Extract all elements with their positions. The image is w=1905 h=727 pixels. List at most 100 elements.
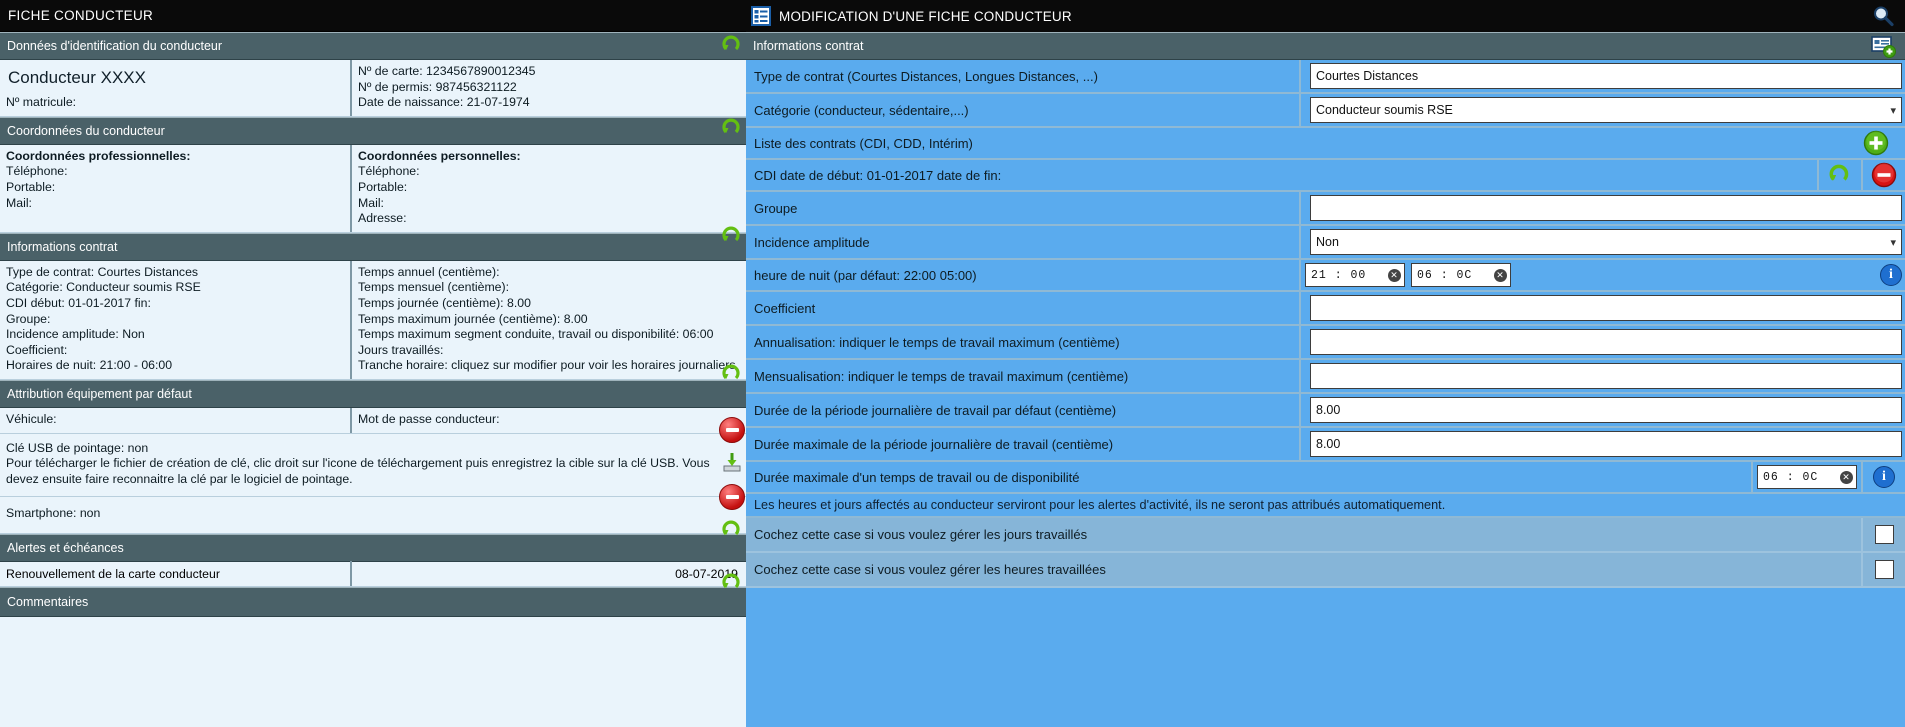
- contrat-time-line: Temps maximum journée (centième): 8.00: [358, 311, 588, 326]
- smartphone-block: Smartphone: non: [0, 497, 746, 534]
- night-start-time-value: 21 : 00: [1311, 268, 1367, 282]
- duree-journaliere-max-input[interactable]: 8.00: [1310, 431, 1902, 457]
- duree-max-travail-dispo-time-input[interactable]: 06 : 0C ✕: [1757, 465, 1857, 489]
- contrat-time-line: Temps mensuel (centième):: [358, 280, 510, 295]
- label-mensualisation: Mensualisation: indiquer le temps de tra…: [746, 360, 1301, 392]
- clear-x-icon[interactable]: ✕: [1388, 268, 1401, 282]
- form-row-liste-contrats: Liste des contrats (CDI, CDD, Intérim): [746, 128, 1905, 160]
- usb-key-instructions: Pour télécharger le fichier de création …: [6, 456, 710, 486]
- remove-cdi-button[interactable]: [1861, 160, 1905, 190]
- contrat-line: CDI début: 01-01-2017 fin:: [6, 295, 151, 310]
- contrat-line: Groupe:: [6, 311, 51, 326]
- driver-name: Conducteur XXXX: [8, 68, 146, 87]
- section-header-identification: Données d'identification du conducteur: [0, 32, 746, 60]
- refresh-icon: [722, 118, 740, 134]
- remove-minus-icon: [719, 417, 745, 443]
- type-contrat-input[interactable]: Courtes Distances: [1310, 63, 1902, 89]
- refresh-contrat-button[interactable]: [719, 223, 745, 249]
- identification-row: Conducteur XXXX Nº matricule: Nº de cart…: [0, 60, 746, 117]
- section-header-contrat-label: Informations contrat: [7, 239, 118, 254]
- night-start-time-input[interactable]: 21 : 00 ✕: [1305, 263, 1405, 287]
- form-row-coefficient: Coefficient: [746, 292, 1905, 326]
- label-duree-max-travail-dispo: Durée maximale d'un temps de travail ou …: [754, 469, 1080, 485]
- search-button[interactable]: [1861, 0, 1905, 32]
- categorie-select[interactable]: Conducteur soumis RSE ▾: [1310, 97, 1902, 123]
- card-renewal-label: Renouvellement de la carte conducteur: [0, 561, 352, 587]
- categorie-select-value: Conducteur soumis RSE: [1316, 103, 1453, 117]
- contrat-time-line: Tranche horaire: cliquez sur modifier po…: [358, 358, 736, 373]
- contrat-line: Horaires de nuit: 21:00 - 06:00: [6, 358, 173, 373]
- refresh-icon: [722, 226, 740, 242]
- jours-travailles-checkbox-wrap[interactable]: [1861, 518, 1905, 551]
- pro-phone: Téléphone:: [6, 164, 68, 179]
- refresh-commentaires-button[interactable]: [719, 570, 745, 596]
- remove-usb-key-button[interactable]: [719, 417, 745, 443]
- label-groupe: Groupe: [746, 192, 1301, 224]
- duree-max-info-button[interactable]: i: [1861, 462, 1905, 492]
- label-annualisation: Annualisation: indiquer le temps de trav…: [746, 326, 1301, 358]
- section-header-coordonnees-label: Coordonnées du conducteur: [7, 123, 165, 138]
- groupe-input[interactable]: [1310, 195, 1902, 221]
- add-plus-icon: [1863, 130, 1889, 156]
- incidence-amplitude-select[interactable]: Non ▾: [1310, 229, 1902, 255]
- form-row-incidence-amplitude: Incidence amplitude Non ▾: [746, 226, 1905, 260]
- download-icon: [723, 453, 741, 472]
- jours-travailles-checkbox[interactable]: [1874, 525, 1894, 544]
- perso-phone: Téléphone:: [358, 164, 420, 179]
- checkbox-row-jours-travailles[interactable]: Cochez cette case si vous voulez gérer l…: [746, 518, 1905, 553]
- refresh-alertes-button[interactable]: [719, 517, 745, 543]
- commentaires-body[interactable]: [0, 616, 746, 727]
- download-usb-file-button[interactable]: [719, 449, 745, 475]
- magnifier-icon: [1874, 6, 1894, 27]
- usb-key-status: Clé USB de pointage: non: [6, 440, 149, 455]
- edit-driver-panel: MODIFICATION D'UNE FICHE CONDUCTEUR Info…: [746, 0, 1905, 727]
- heures-travaillees-checkbox[interactable]: [1874, 560, 1894, 579]
- contrat-line: Type de contrat: Courtes Distances: [6, 264, 199, 279]
- vehicule-cell: Véhicule:: [0, 407, 352, 433]
- refresh-identification-button[interactable]: [719, 32, 745, 58]
- left-title-text: FICHE CONDUCTEUR: [8, 8, 154, 23]
- section-header-commentaires: Commentaires: [0, 586, 746, 617]
- heures-travaillees-checkbox-wrap[interactable]: [1861, 553, 1905, 586]
- coefficient-input[interactable]: [1310, 295, 1902, 321]
- password-cell: Mot de passe conducteur:: [352, 408, 746, 433]
- section-header-contrat: Informations contrat: [0, 232, 746, 261]
- remove-smartphone-button[interactable]: [719, 484, 745, 510]
- night-hours-info-button[interactable]: i: [1880, 264, 1902, 286]
- clear-x-icon[interactable]: ✕: [1494, 268, 1507, 282]
- label-heure-de-nuit: heure de nuit (par défaut: 22:00 05:00): [746, 260, 1301, 290]
- control-mensualisation: [1301, 360, 1905, 392]
- refresh-icon: [722, 364, 740, 380]
- control-duree-journaliere-defaut: 8.00: [1301, 394, 1905, 426]
- contrat-line: Coefficient:: [6, 342, 68, 357]
- mensualisation-input[interactable]: [1310, 363, 1902, 389]
- contrat-time-line: Temps journée (centième): 8.00: [358, 295, 531, 310]
- remove-minus-icon: [1871, 162, 1897, 188]
- refresh-coordonnees-button[interactable]: [719, 115, 745, 141]
- add-contract-button[interactable]: [1847, 128, 1905, 158]
- control-heure-de-nuit: 21 : 00 ✕ 06 : 0C ✕ i: [1301, 260, 1905, 290]
- night-end-time-input[interactable]: 06 : 0C ✕: [1411, 263, 1511, 287]
- refresh-equipement-button[interactable]: [719, 361, 745, 387]
- section-header-alertes: Alertes et échéances: [0, 533, 746, 562]
- control-type-contrat: Courtes Distances: [1301, 60, 1905, 92]
- duree-journaliere-defaut-input[interactable]: 8.00: [1310, 397, 1902, 423]
- perso-address: Adresse:: [358, 211, 407, 226]
- add-record-button[interactable]: [1863, 33, 1905, 61]
- contrat-line: Incidence amplitude: Non: [6, 327, 145, 342]
- checkbox-row-heures-travaillees[interactable]: Cochez cette case si vous voulez gérer l…: [746, 553, 1905, 588]
- contrat-row: Type de contrat: Courtes Distances Catég…: [0, 260, 746, 380]
- refresh-cdi-button[interactable]: [1817, 160, 1861, 190]
- form-row-groupe: Groupe: [746, 192, 1905, 226]
- form-row-categorie: Catégorie (conducteur, sédentaire,...) C…: [746, 94, 1905, 128]
- chevron-down-icon: ▾: [1890, 236, 1896, 249]
- perso-mail: Mail:: [358, 195, 384, 210]
- activity-alerts-note: Les heures et jours affectés au conducte…: [746, 494, 1905, 518]
- section-header-equipement: Attribution équipement par défaut: [0, 379, 746, 408]
- form-row-duree-journaliere-max: Durée maximale de la période journalière…: [746, 428, 1905, 462]
- form-row-heure-de-nuit: heure de nuit (par défaut: 22:00 05:00) …: [746, 260, 1905, 292]
- annualisation-input[interactable]: [1310, 329, 1902, 355]
- clear-x-icon[interactable]: ✕: [1840, 470, 1853, 484]
- duree-max-travail-dispo-value: 06 : 0C: [1763, 470, 1819, 484]
- identification-right-col: Nº de carte: 1234567890012345 Nº de perm…: [352, 60, 746, 116]
